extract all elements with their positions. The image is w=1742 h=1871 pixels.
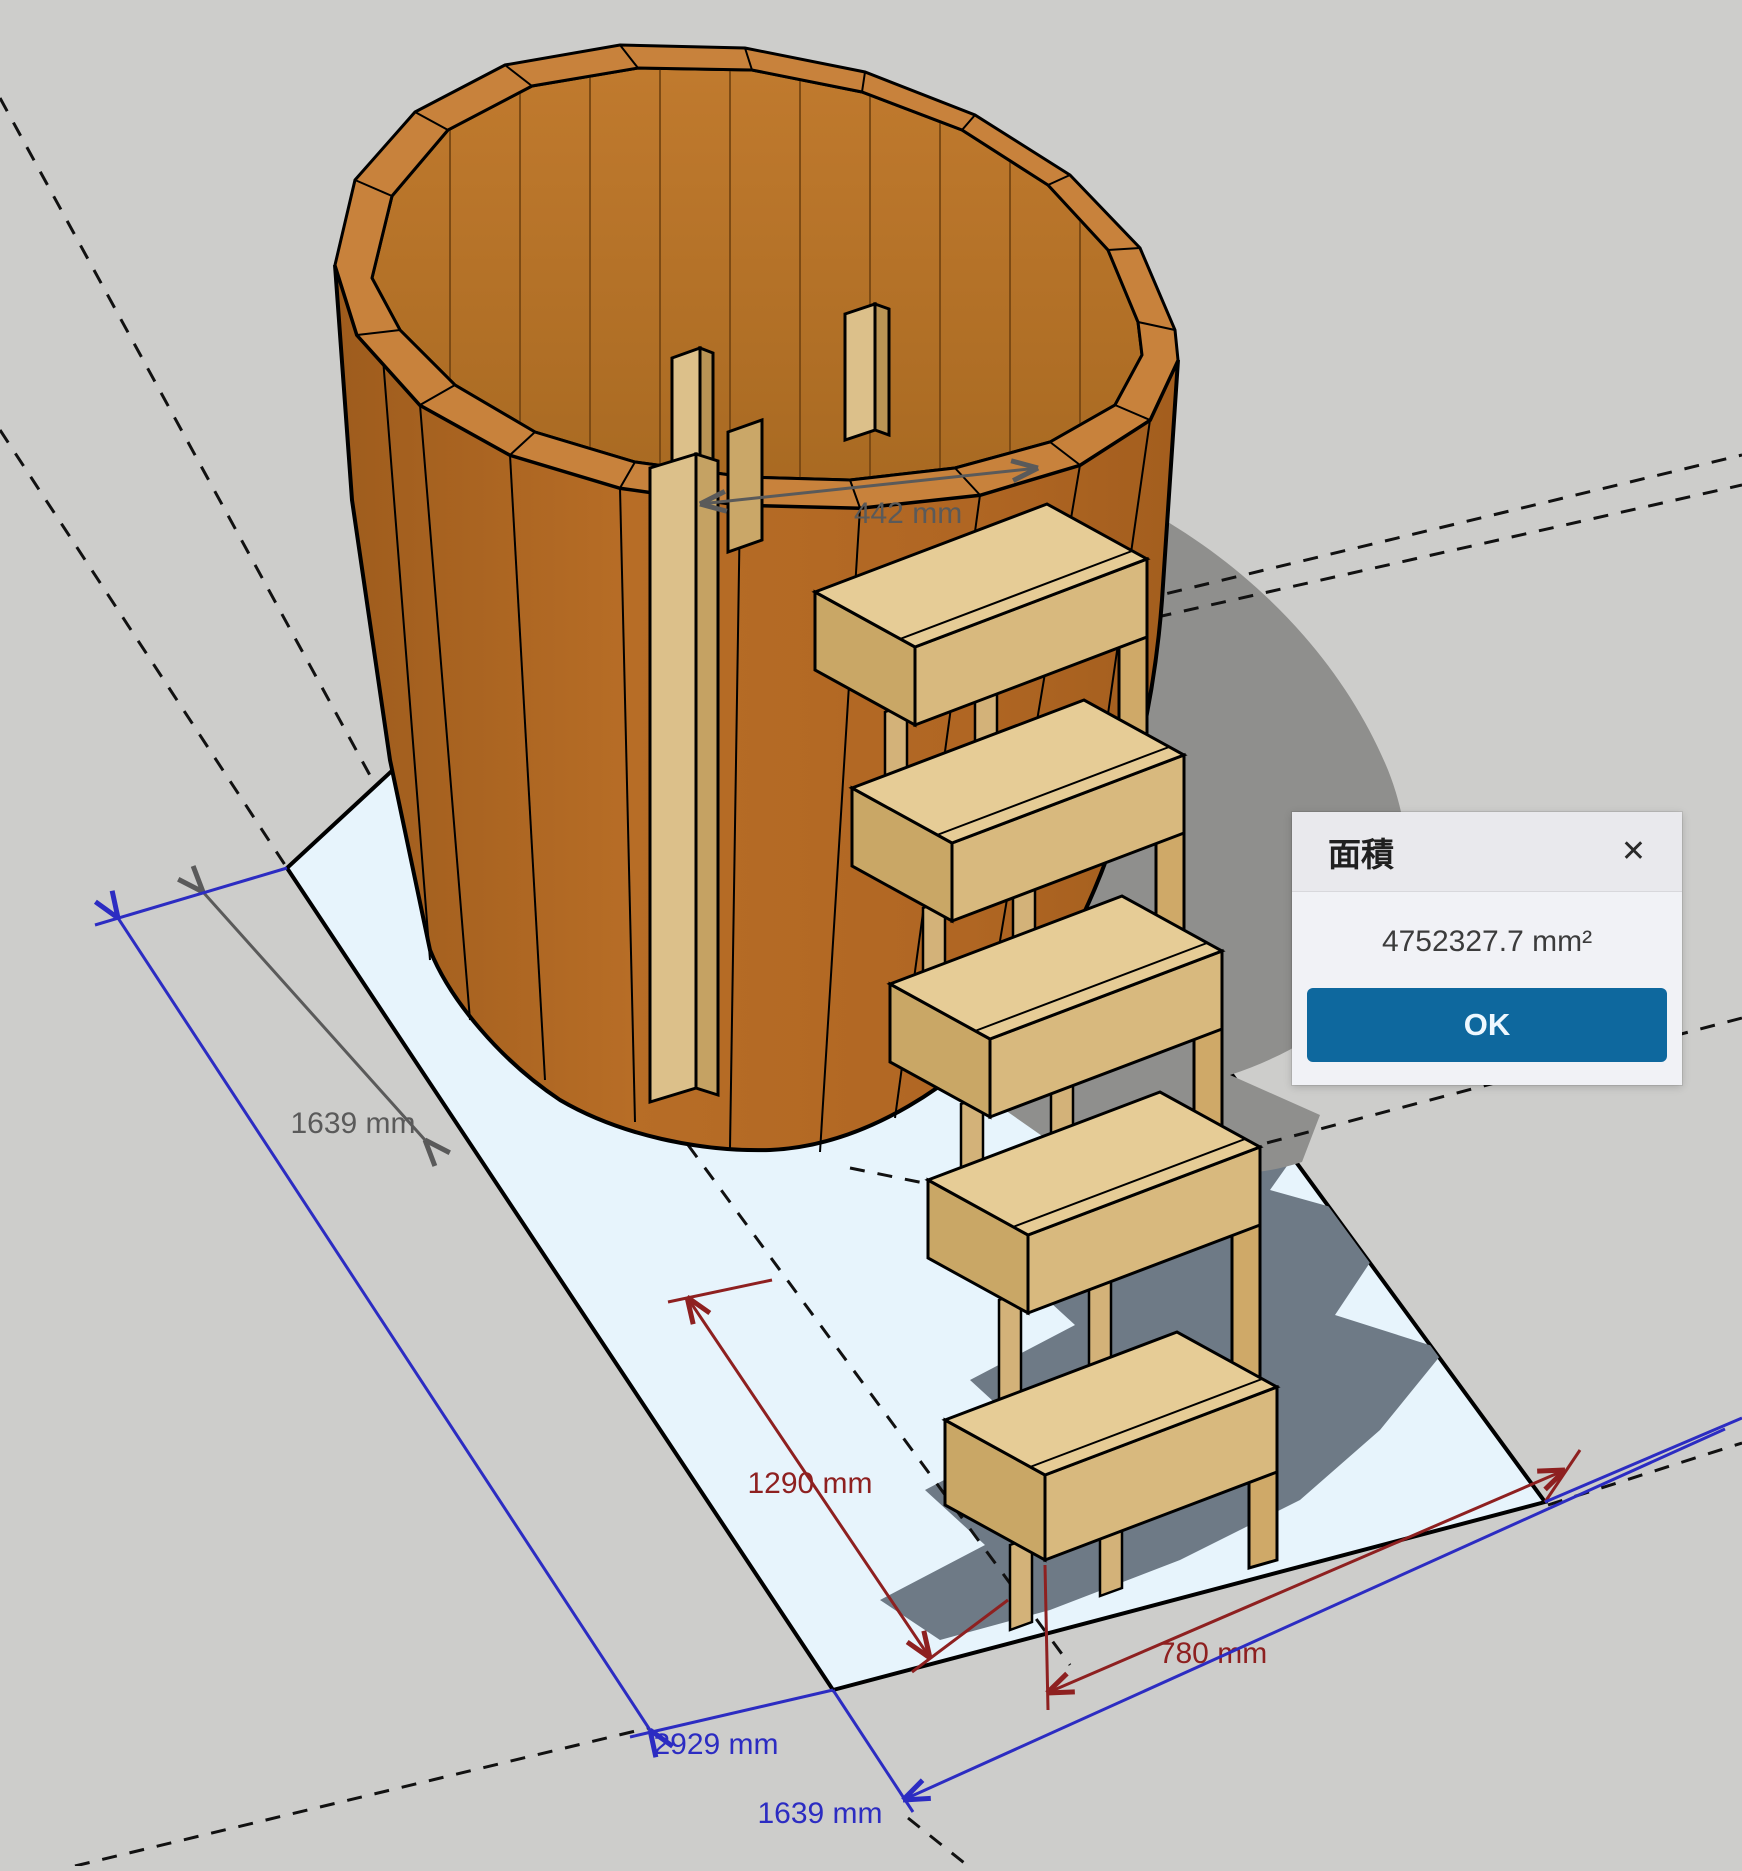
stair-post-back	[728, 420, 762, 552]
area-dialog-title: 面積	[1328, 828, 1394, 876]
stair-rim-post-right	[845, 304, 889, 440]
ok-button[interactable]: OK	[1307, 988, 1667, 1062]
area-value: 4752327.7 mm²	[1292, 892, 1682, 959]
area-dialog: 面積 ✕ 4752327.7 mm² OK	[1292, 812, 1682, 1085]
dim-label-442: 442 mm	[854, 497, 962, 530]
stair-post-tall	[650, 454, 718, 1102]
dim-label-2929: 2929 mm	[653, 1728, 778, 1761]
dim-label-1290: 1290 mm	[747, 1467, 872, 1500]
close-icon[interactable]: ✕	[1621, 837, 1646, 867]
dim-label-1639-left: 1639 mm	[290, 1107, 415, 1140]
area-dialog-titlebar: 面積 ✕	[1292, 812, 1682, 892]
dim-label-1639-bottom: 1639 mm	[757, 1797, 882, 1830]
